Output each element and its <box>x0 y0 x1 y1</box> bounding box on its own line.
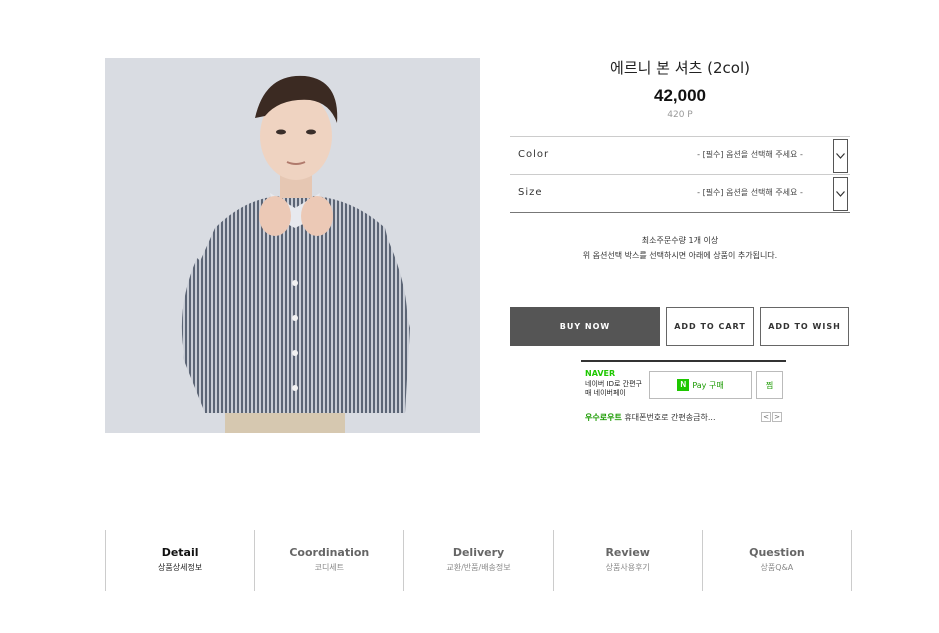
product-photo-illustration <box>105 58 480 433</box>
tab-label: Delivery <box>452 546 505 559</box>
add-to-wish-button[interactable]: ADD TO WISH <box>760 307 849 346</box>
tab-label: Question <box>749 546 805 559</box>
product-title: 에르니 본 셔츠 (2col) <box>610 59 750 77</box>
option-hint-text: 위 옵션선택 박스를 선택하시면 아래에 상품이 추가됩니다. <box>582 251 778 260</box>
chevron-down-icon[interactable] <box>833 139 848 173</box>
color-select[interactable]: - [필수] 옵션을 선택해 주세요 - <box>670 149 830 160</box>
option-row-color: Color - [필수] 옵션을 선택해 주세요 - <box>510 137 850 175</box>
option-selectors: Color - [필수] 옵션을 선택해 주세요 - Size - [필수] 옵… <box>510 136 850 213</box>
tab-label: Detail <box>161 546 199 559</box>
tab-sublabel: 상품Q&A <box>760 563 794 572</box>
option-label-size: Size <box>518 187 543 198</box>
tab-delivery[interactable]: Delivery 교환/반품/배송정보 <box>404 530 554 591</box>
tab-sublabel: 상품상세정보 <box>158 563 203 572</box>
naver-pay-promo[interactable]: 우수로우트 휴대폰번호로 간편송금하... <box>585 412 716 423</box>
naver-logo: NAVER <box>585 369 616 378</box>
chevron-down-icon[interactable] <box>833 177 848 211</box>
product-points: 420 P <box>667 110 693 120</box>
buy-now-button[interactable]: BUY NOW <box>510 307 660 346</box>
tab-label: Coordination <box>289 546 370 559</box>
option-label-color: Color <box>518 149 550 160</box>
naver-jjim-button[interactable]: 찜 <box>756 371 783 399</box>
tab-label: Review <box>605 546 650 559</box>
promo-text: 휴대폰번호로 간편송금하... <box>624 413 716 422</box>
action-buttons: BUY NOW ADD TO CART ADD TO WISH <box>510 307 850 346</box>
tab-question[interactable]: Question 상품Q&A <box>703 530 853 591</box>
min-quantity-text: 최소주문수량 1개 이상 <box>641 236 719 245</box>
naver-pay-label: Pay 구매 <box>692 380 724 390</box>
naver-pay-button[interactable]: N Pay 구매 <box>649 371 752 399</box>
product-info: 에르니 본 셔츠 (2col) 42,000 420 P Color - [필수… <box>510 58 850 422</box>
naver-n-icon: N <box>677 379 690 391</box>
order-notice: 최소주문수량 1개 이상 위 옵션선택 박스를 선택하시면 아래에 상품이 추가… <box>510 233 850 263</box>
tab-sublabel: 코디세트 <box>314 563 345 572</box>
chevron-left-icon[interactable]: < <box>761 412 771 422</box>
tab-sublabel: 상품사용후기 <box>605 563 650 572</box>
tab-detail[interactable]: Detail 상품상세정보 <box>106 530 256 591</box>
product-image <box>105 58 480 433</box>
product-price: 42,000 <box>654 86 706 105</box>
promo-nav: < > <box>761 412 782 422</box>
naver-pay-description: 네이버 ID로 간편구매 네이버페이 <box>585 380 642 397</box>
naver-pay-widget: NAVER 네이버 ID로 간편구매 네이버페이 N Pay 구매 찜 우수로우… <box>581 360 786 422</box>
option-row-size: Size - [필수] 옵션을 선택해 주세요 - <box>510 175 850 213</box>
size-select[interactable]: - [필수] 옵션을 선택해 주세요 - <box>670 187 830 198</box>
tab-sublabel: 교환/반품/배송정보 <box>446 563 511 572</box>
promo-highlight: 우수로우트 <box>585 413 622 422</box>
detail-tabs: Detail 상품상세정보 Coordination 코디세트 Delivery… <box>105 530 853 591</box>
add-to-cart-button[interactable]: ADD TO CART <box>666 307 754 346</box>
tab-review[interactable]: Review 상품사용후기 <box>554 530 703 591</box>
chevron-right-icon[interactable]: > <box>772 412 782 422</box>
tab-coordination[interactable]: Coordination 코디세트 <box>255 530 405 591</box>
